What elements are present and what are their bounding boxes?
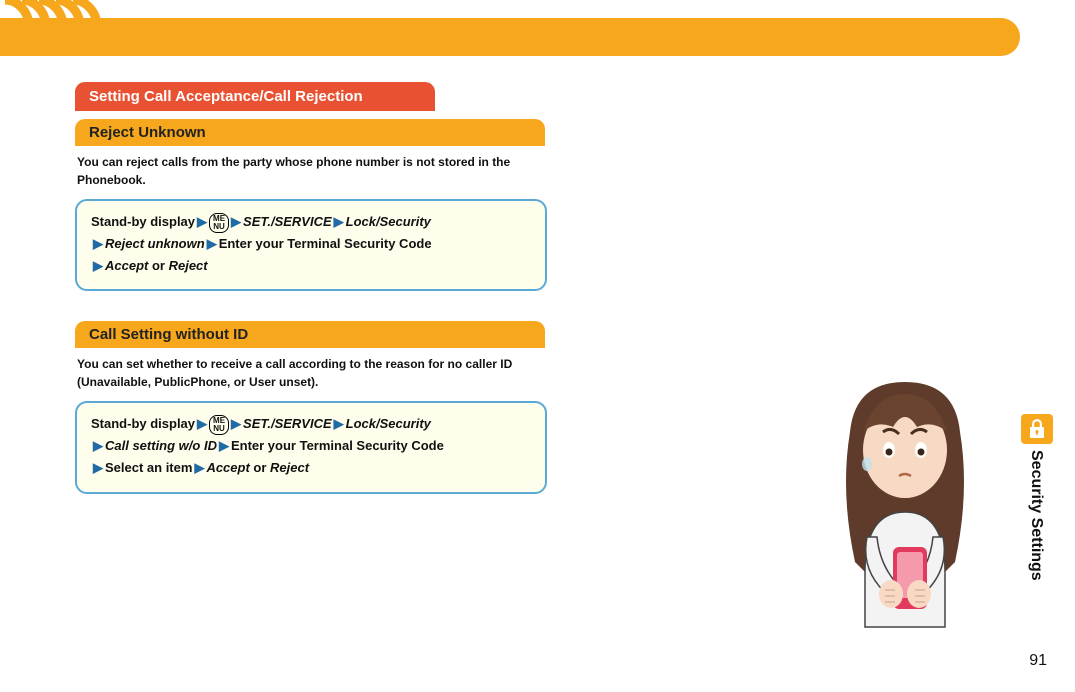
step-text: or — [250, 460, 270, 475]
call-setting-steps: Stand-by display▶MENU▶SET./SERVICE▶Lock/… — [75, 401, 547, 493]
step-text: Lock/Security — [346, 214, 431, 229]
call-setting-desc: You can set whether to receive a call ac… — [77, 355, 547, 391]
step-text: Enter your Terminal Security Code — [231, 438, 444, 453]
arrow-icon: ▶ — [91, 460, 105, 475]
arrow-icon: ▶ — [229, 214, 243, 229]
lock-icon — [1021, 414, 1053, 444]
arrow-icon: ▶ — [205, 236, 219, 251]
step-text: Stand-by display — [91, 416, 195, 431]
arrow-icon: ▶ — [217, 438, 231, 453]
step-text: Lock/Security — [346, 416, 431, 431]
arrow-icon: ▶ — [229, 416, 243, 431]
section-tab-label: Security Settings — [1027, 450, 1045, 581]
step-text: Accept — [105, 258, 148, 273]
main-heading: Setting Call Acceptance/Call Rejection — [75, 82, 435, 111]
step-text: Select an item — [105, 460, 192, 475]
header-arcs-decoration — [0, 0, 105, 54]
arrow-icon: ▶ — [195, 214, 209, 229]
reject-unknown-desc: You can reject calls from the party whos… — [77, 153, 547, 189]
step-text: Reject — [270, 460, 309, 475]
reject-unknown-heading: Reject Unknown — [75, 119, 545, 146]
step-text: Reject unknown — [105, 236, 205, 251]
arrow-icon: ▶ — [332, 416, 346, 431]
menu-button-icon: MENU — [209, 213, 229, 233]
arrow-icon: ▶ — [195, 416, 209, 431]
step-text: Reject — [169, 258, 208, 273]
step-text: Enter your Terminal Security Code — [219, 236, 432, 251]
arrow-icon: ▶ — [192, 460, 206, 475]
step-text: Stand-by display — [91, 214, 195, 229]
arrow-icon: ▶ — [91, 258, 105, 273]
arrow-icon: ▶ — [332, 214, 346, 229]
step-text: or — [148, 258, 168, 273]
arrow-icon: ▶ — [91, 236, 105, 251]
reject-unknown-steps: Stand-by display▶MENU▶SET./SERVICE▶Lock/… — [75, 199, 547, 291]
call-setting-heading: Call Setting without ID — [75, 321, 545, 348]
page-number: 91 — [1029, 652, 1047, 670]
worried-woman-illustration — [805, 372, 1005, 632]
arrow-icon: ▶ — [91, 438, 105, 453]
step-text: Call setting w/o ID — [105, 438, 217, 453]
header-bar — [0, 18, 1020, 56]
step-text: Accept — [206, 460, 249, 475]
step-text: SET./SERVICE — [243, 416, 332, 431]
menu-button-icon: MENU — [209, 415, 229, 435]
main-content: Setting Call Acceptance/Call Rejection R… — [75, 82, 555, 516]
step-text: SET./SERVICE — [243, 214, 332, 229]
